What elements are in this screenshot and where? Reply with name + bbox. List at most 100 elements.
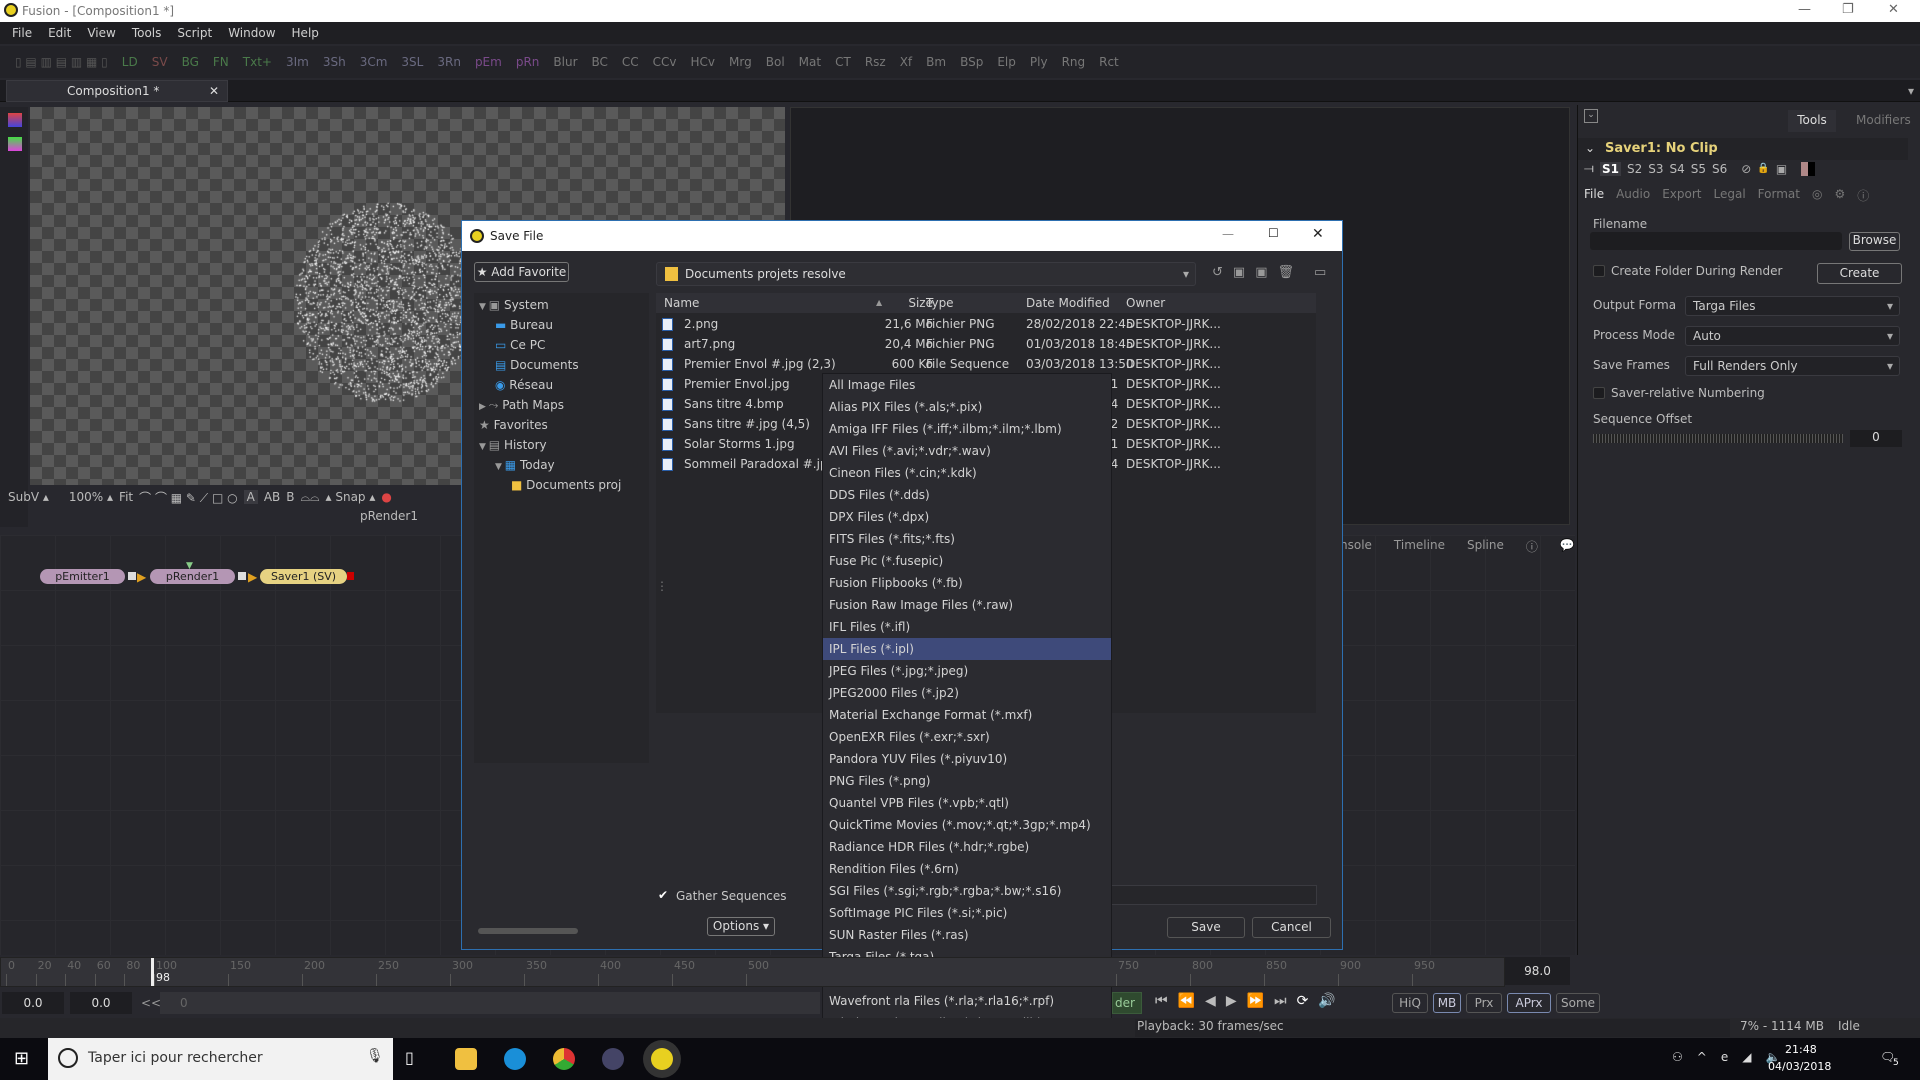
disable-icon[interactable]: ⊘ <box>1741 162 1751 176</box>
tool-button-mat[interactable]: Mat <box>792 55 828 69</box>
subview-button[interactable]: SubV ▴ <box>8 490 49 504</box>
file-type-option[interactable]: OpenEXR Files (*.exr;*.sxr) <box>823 726 1111 748</box>
column-date-modified[interactable]: Date Modified <box>1026 296 1110 310</box>
tree-item-today[interactable]: ▼ ▦ Today <box>495 458 555 472</box>
node-saver1[interactable]: Saver1 (SV) <box>260 569 347 584</box>
output-port[interactable] <box>128 572 136 580</box>
file-type-option[interactable]: Alias PIX Files (*.als;*.pix) <box>823 396 1111 418</box>
tab-tools[interactable]: Tools <box>1788 110 1836 132</box>
expand-chevron-icon[interactable]: ⌄ <box>1585 141 1595 155</box>
tool-button-ld[interactable]: LD <box>115 55 145 69</box>
expand-arrow-icon[interactable]: ▶ <box>479 402 489 412</box>
file-type-option[interactable]: Rendition Files (*.6rn) <box>823 858 1111 880</box>
loop-icon[interactable]: ⟳ <box>1297 993 1309 1009</box>
clock-time[interactable]: 21:48 <box>1785 1043 1817 1056</box>
time-ruler[interactable]: 0 20 40 60 80 100 150 200 250 300 350 400 450 500 750 8… <box>0 957 1505 987</box>
3d-icon[interactable]: ◎ <box>1812 187 1822 204</box>
delete-icon[interactable]: 🗑 <box>1278 265 1295 280</box>
subtab-format[interactable]: Format <box>1758 187 1800 204</box>
step-back-icon[interactable]: ⏪ <box>1178 993 1195 1009</box>
output-format-select[interactable]: Targa Files <box>1685 296 1900 316</box>
pin-icon[interactable]: ⟞ <box>1584 161 1594 176</box>
play-reverse-icon[interactable]: ◀ <box>1205 993 1216 1009</box>
tool-button-ccv[interactable]: CCv <box>646 55 684 69</box>
create-button[interactable]: Create <box>1817 263 1902 284</box>
tool-button-fn[interactable]: FN <box>206 55 236 69</box>
slot-s3[interactable]: S3 <box>1648 162 1663 176</box>
current-time-field[interactable]: 98.0 <box>1505 957 1570 985</box>
tool-button-bm[interactable]: Bm <box>919 55 953 69</box>
file-type-option[interactable]: PNG Files (*.png) <box>823 770 1111 792</box>
toggle-some[interactable]: Some <box>1556 993 1600 1013</box>
viewer-a-button[interactable]: A <box>243 490 258 504</box>
column-owner[interactable]: Owner <box>1126 296 1165 310</box>
tool-button-elp[interactable]: Elp <box>990 55 1023 69</box>
file-type-option[interactable]: SUN Raster Files (*.ras) <box>823 924 1111 946</box>
cancel-button[interactable]: Cancel <box>1252 917 1331 938</box>
expand-arrow-icon[interactable]: ▼ <box>479 302 489 312</box>
menu-edit[interactable]: Edit <box>48 26 71 40</box>
back-icon[interactable]: ↺ <box>1212 265 1223 280</box>
collapse-icon[interactable]: ⌄ <box>1584 109 1598 123</box>
file-type-option[interactable]: Cineon Files (*.cin;*.kdk) <box>823 462 1111 484</box>
tool-button-rng[interactable]: Rng <box>1055 55 1093 69</box>
menu-window[interactable]: Window <box>228 26 275 40</box>
comment-icon[interactable]: 💬 <box>1560 538 1575 555</box>
slot-s5[interactable]: S5 <box>1691 162 1706 176</box>
info-icon[interactable]: ⓘ <box>1857 187 1869 204</box>
davinci-resolve-icon[interactable] <box>602 1048 624 1070</box>
tool-button-prn[interactable]: pRn <box>509 55 547 69</box>
file-type-option[interactable]: IPL Files (*.ipl) <box>823 638 1111 660</box>
global-start-field[interactable]: 0.0 <box>2 992 64 1014</box>
tab-composition1[interactable]: Composition1 * ✕ <box>6 80 228 102</box>
tool-button-3sl[interactable]: 3SL <box>394 55 430 69</box>
save-frames-select[interactable]: Full Renders Only <box>1685 356 1900 376</box>
file-type-option[interactable]: Fusion Flipbooks (*.fb) <box>823 572 1111 594</box>
file-type-option[interactable]: SoftImage PIC Files (*.si;*.pic) <box>823 902 1111 924</box>
close-tab-icon[interactable]: ✕ <box>209 84 219 98</box>
minimize-button[interactable]: — <box>1798 2 1811 17</box>
render-button[interactable]: der <box>1112 992 1142 1014</box>
tab-spline[interactable]: Spline <box>1467 538 1504 555</box>
node-prender1[interactable]: pRender1 <box>150 569 235 584</box>
tool-button-cc[interactable]: CC <box>615 55 646 69</box>
tool-button-3im[interactable]: 3Im <box>279 55 316 69</box>
chrome-icon[interactable] <box>553 1048 575 1070</box>
file-type-option[interactable]: JPEG Files (*.jpg;*.jpeg) <box>823 660 1111 682</box>
global-end-field[interactable]: 0.0 <box>70 992 132 1014</box>
rewind-range-button[interactable]: << <box>141 996 161 1010</box>
tree-scrollbar[interactable] <box>478 928 578 934</box>
people-icon[interactable]: ⚇ <box>1672 1050 1683 1064</box>
gear-icon[interactable]: ⚙ <box>1834 187 1845 204</box>
color-cube-icon[interactable] <box>8 137 22 151</box>
create-folder-checkbox[interactable] <box>1593 265 1605 277</box>
file-row[interactable]: 2.png 21,6 Mo Fichier PNG 28/02/2018 22:45 D… <box>656 314 1316 334</box>
file-type-option[interactable]: Fuse Pic (*.fusepic) <box>823 550 1111 572</box>
tool-button-xf[interactable]: Xf <box>893 55 919 69</box>
snap-button[interactable]: ▴ Snap ▴ <box>326 490 376 504</box>
file-type-option[interactable]: QuickTime Movies (*.mov;*.qt;*.3gp;*.mp4… <box>823 814 1111 836</box>
tool-button-ct[interactable]: CT <box>828 55 858 69</box>
tree-item-documents-proj[interactable]: ■ Documents proj <box>511 478 621 492</box>
dialog-minimize-button[interactable]: — <box>1222 227 1234 241</box>
file-type-option[interactable]: Material Exchange Format (*.mxf) <box>823 704 1111 726</box>
skype-icon[interactable] <box>504 1048 526 1070</box>
file-type-option[interactable]: Pandora YUV Files (*.piyuv10) <box>823 748 1111 770</box>
tree-item-favorites[interactable]: ★ Favorites <box>479 418 548 432</box>
file-explorer-icon[interactable] <box>455 1048 477 1070</box>
tool-button-blur[interactable]: Blur <box>546 55 584 69</box>
tree-item-bureau[interactable]: ▬ Bureau <box>495 318 553 332</box>
file-type-option[interactable]: AVI Files (*.avi;*.vdr;*.wav) <box>823 440 1111 462</box>
tree-item-ce-pc[interactable]: ▭ Ce PC <box>495 338 545 352</box>
file-type-option[interactable]: SGI Files (*.sgi;*.rgb;*.rgba;*.bw;*.s16… <box>823 880 1111 902</box>
file-type-option[interactable]: DPX Files (*.dpx) <box>823 506 1111 528</box>
tree-item-réseau[interactable]: ◉ Réseau <box>495 378 553 392</box>
wifi-icon[interactable]: ◢ <box>1742 1050 1751 1064</box>
tab-timeline[interactable]: Timeline <box>1394 538 1445 555</box>
saver-relative-checkbox[interactable] <box>1593 387 1605 399</box>
fusion-taskbar-icon[interactable] <box>651 1048 673 1070</box>
file-type-option[interactable]: FITS Files (*.fits;*.fts) <box>823 528 1111 550</box>
rgb-channels-icon[interactable]: ● <box>381 490 391 504</box>
subtab-file[interactable]: File <box>1584 187 1604 204</box>
splitter-handle[interactable]: ⋮ <box>656 579 668 593</box>
